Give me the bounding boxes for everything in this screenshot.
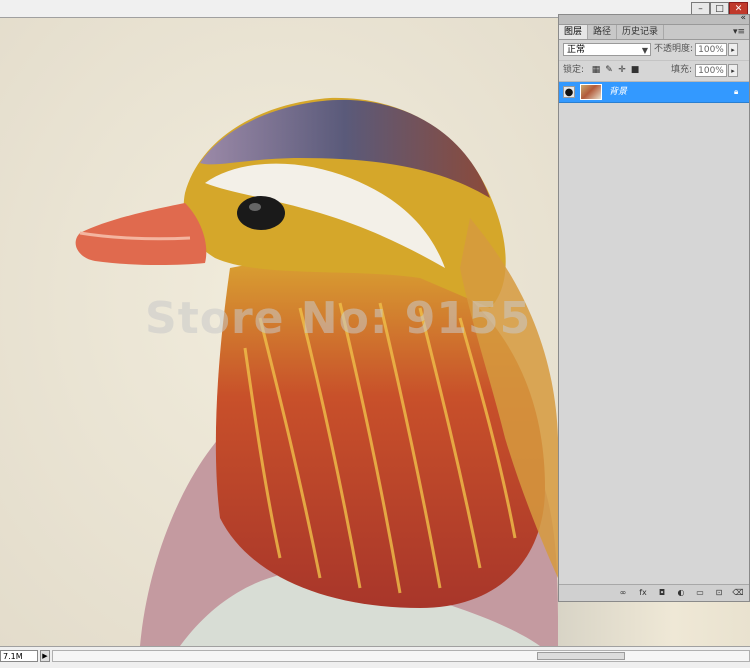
panel-tabs: 图层 路径 历史记录 ▾≡ [559,25,749,40]
panel-header: « [559,13,749,25]
new-layer-icon[interactable]: ⊡ [713,587,725,598]
layer-style-icon[interactable]: fx [637,587,649,598]
horizontal-scrollbar[interactable] [52,650,750,662]
add-mask-icon[interactable]: ◘ [656,587,668,598]
layers-panel: « 图层 路径 历史记录 ▾≡ 正常 ▼ 不透明度: 100% ▸ 锁定: ▦ … [558,13,750,602]
tab-history[interactable]: 历史记录 [617,25,665,39]
fill-stepper[interactable]: ▸ [728,64,738,77]
layer-row-background[interactable]: ● 背景 🔒︎ [559,82,749,103]
adjustment-layer-icon[interactable]: ◐ [675,587,687,598]
blend-mode-value: 正常 [567,45,586,55]
status-bar: 7.1M ▶ [0,646,750,668]
lock-icon: 🔒︎ [734,87,739,96]
opacity-label: 不透明度: [654,44,694,54]
layer-name: 背景 [609,87,628,97]
lock-label: 锁定: [563,65,585,75]
blend-mode-select[interactable]: 正常 ▼ [563,43,651,56]
fill-field[interactable]: 100% [695,64,727,77]
tab-paths[interactable]: 路径 [588,25,618,39]
fill-label: 填充: [671,65,693,75]
opacity-field[interactable]: 100% [695,43,727,56]
collapse-icon[interactable]: « [740,13,746,23]
link-layers-icon[interactable]: ∞ [617,587,629,598]
lock-transparent-icon[interactable]: ▦ [591,65,601,75]
layer-thumbnail [580,84,602,100]
lock-pixels-icon[interactable]: ✎ [604,65,614,75]
new-group-icon[interactable]: ▭ [694,587,706,598]
blend-row: 正常 ▼ 不透明度: 100% ▸ [559,40,749,61]
doc-size-field: 7.1M [0,650,38,662]
panel-footer: ∞ fx ◘ ◐ ▭ ⊡ ⌫ [559,584,749,601]
chevron-down-icon: ▼ [641,46,648,55]
canvas-edge [558,602,750,646]
tab-layers[interactable]: 图层 [559,25,589,39]
watermark-text: Store No: 9155 [145,293,532,344]
status-menu-arrow[interactable]: ▶ [40,650,50,662]
document-canvas[interactable]: Store No: 9155 [0,18,558,646]
opacity-stepper[interactable]: ▸ [728,43,738,56]
lock-position-icon[interactable]: ✛ [617,65,627,75]
lock-all-icon[interactable]: ■ [630,65,640,75]
lock-row: 锁定: ▦ ✎ ✛ ■ 填充: 100% ▸ [559,61,749,82]
scrollbar-thumb[interactable] [537,652,625,660]
eye-icon[interactable]: ● [563,86,575,98]
trash-icon[interactable]: ⌫ [732,587,744,598]
panel-menu-icon[interactable]: ▾≡ [729,25,749,39]
